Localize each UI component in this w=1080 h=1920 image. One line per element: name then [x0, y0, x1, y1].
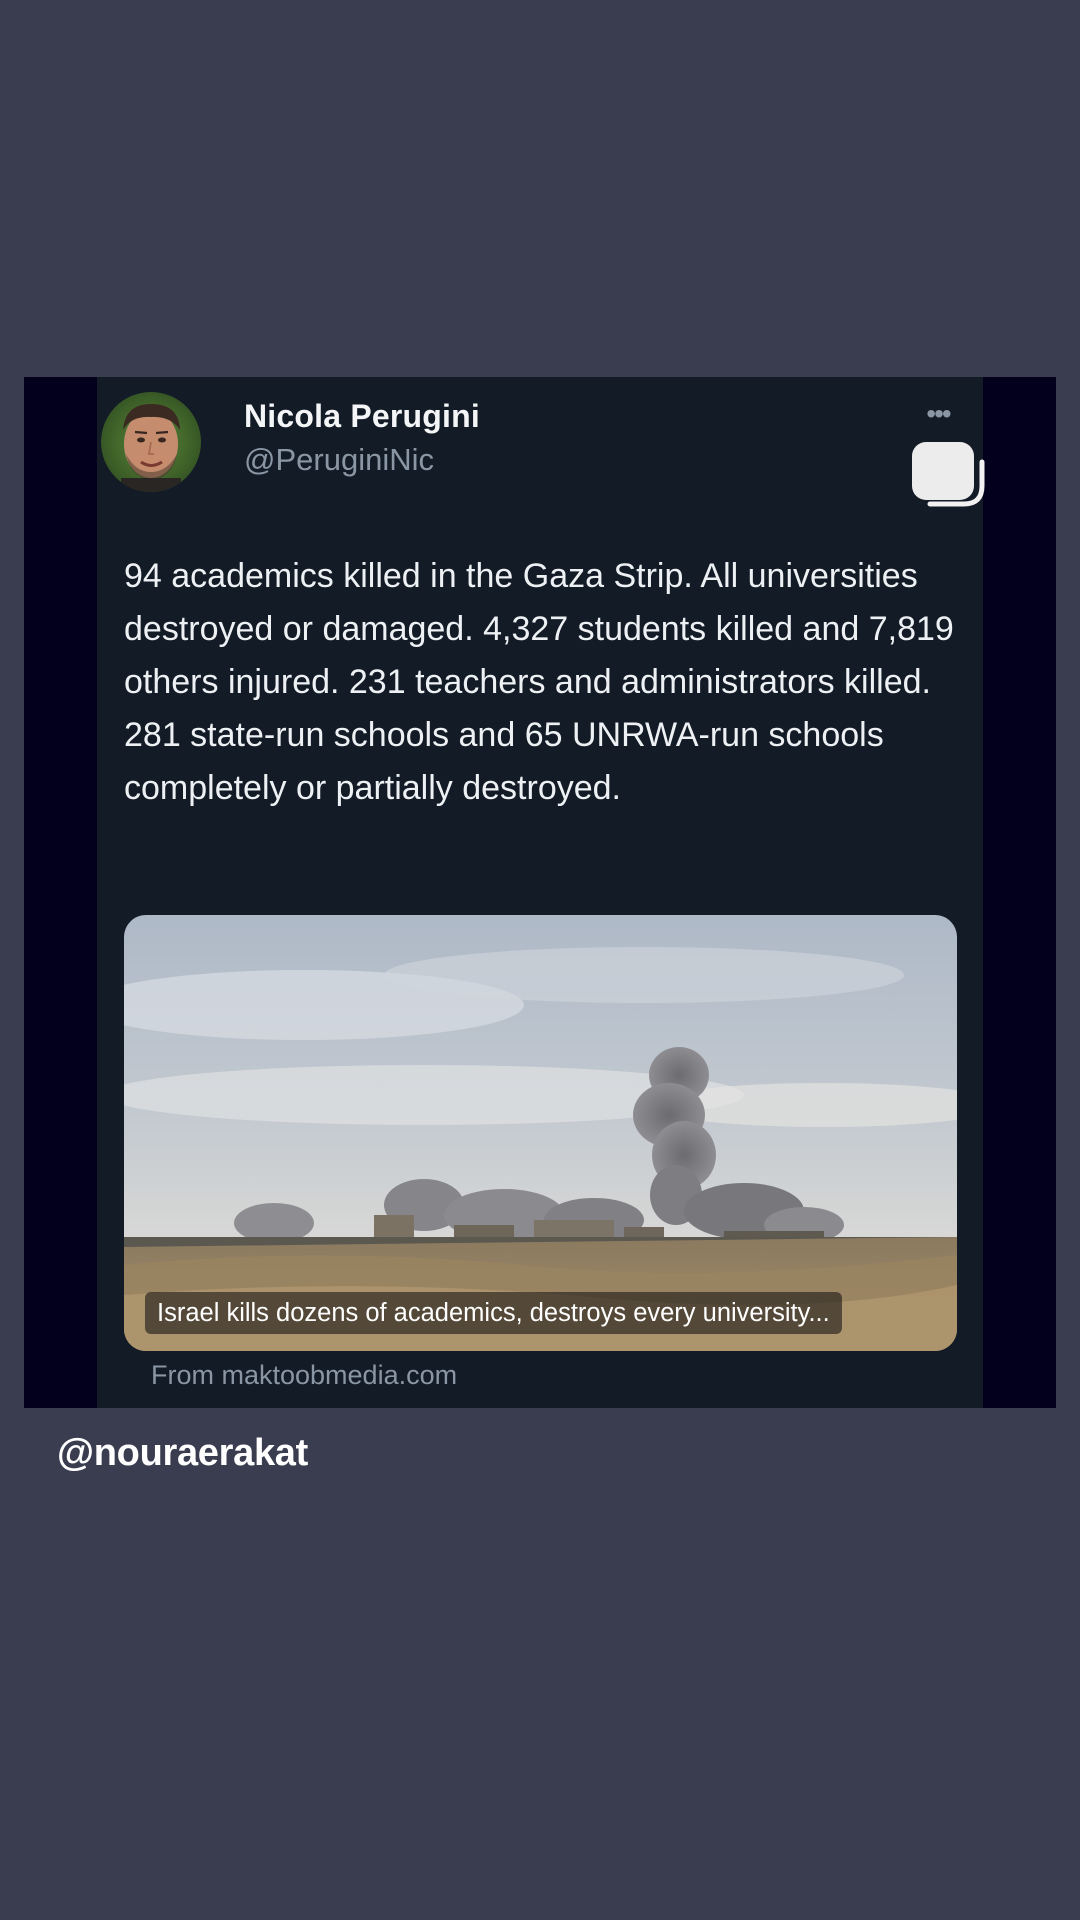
link-source[interactable]: From maktoobmedia.com — [151, 1360, 457, 1391]
copy-button[interactable] — [910, 440, 992, 516]
link-preview-card[interactable] — [124, 915, 957, 1351]
author-handle[interactable]: @PeruginiNic — [244, 442, 434, 478]
more-dots-icon: ••• — [926, 398, 951, 429]
tweet-text: 94 academics killed in the Gaza Strip. A… — [124, 557, 954, 807]
link-preview-image — [124, 915, 957, 1351]
avatar-image — [101, 392, 201, 492]
link-preview-headline: Israel kills dozens of academics, destro… — [145, 1292, 842, 1334]
watermark-handle: @nouraerakat — [57, 1432, 308, 1474]
avatar[interactable] — [101, 392, 201, 492]
copy-icon — [912, 442, 985, 507]
author-name[interactable]: Nicola Perugini — [244, 398, 480, 435]
more-button[interactable]: ••• — [918, 400, 958, 434]
